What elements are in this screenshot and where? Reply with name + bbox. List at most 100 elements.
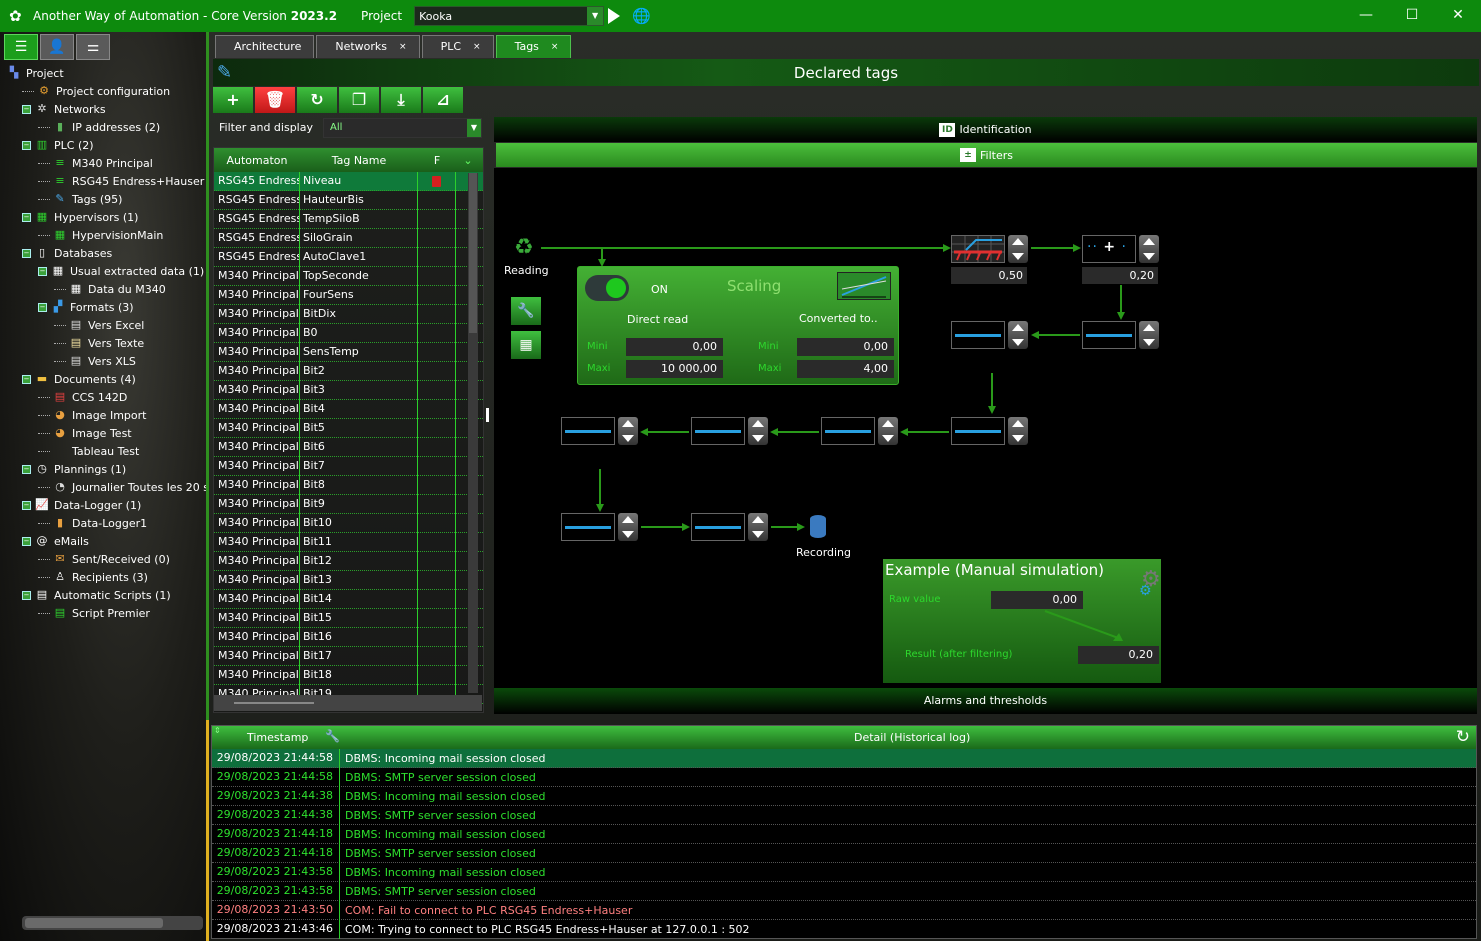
filter-slot-8[interactable] <box>561 417 615 445</box>
tree-item[interactable]: − ▬ Documents (4) <box>6 370 206 388</box>
tree-item[interactable]: − ◷ Plannings (1) <box>6 460 206 478</box>
tree-item[interactable]: ♙ Recipients (3) <box>6 568 206 586</box>
table-row[interactable]: M340 Principal B0 <box>214 323 483 343</box>
tree-item[interactable]: ✎ Tags (95) <box>6 190 206 208</box>
tree-horizontal-scrollbar[interactable] <box>22 916 203 930</box>
table-row[interactable]: M340 Principal Bit5 <box>214 418 483 438</box>
tree-item[interactable]: − ▯ Databases <box>6 244 206 262</box>
collapse-toggle-icon[interactable]: − <box>22 590 31 600</box>
log-row[interactable]: 29/08/2023 21:44:58 DBMS: SMTP server ses… <box>212 767 1476 787</box>
collapse-toggle-icon[interactable]: − <box>22 104 31 114</box>
delete-button[interactable]: 🗑 <box>255 87 295 113</box>
table-row[interactable]: M340 Principal Bit13 <box>214 570 483 590</box>
table-row[interactable]: M340 Principal FourSens <box>214 285 483 305</box>
scaling-curve-icon[interactable] <box>837 272 891 300</box>
section-identification[interactable]: ID Identification <box>494 117 1477 142</box>
tab-users[interactable]: 👤 <box>40 34 74 60</box>
tab-tree-view[interactable]: ☰ <box>4 34 38 60</box>
filter-1-value[interactable]: 0,50 <box>951 267 1027 284</box>
log-row[interactable]: 29/08/2023 21:44:18 DBMS: Incoming mail s… <box>212 824 1476 844</box>
tree-item[interactable]: ◕ Image Test <box>6 424 206 442</box>
sort-icon[interactable]: ⇕ <box>214 726 221 735</box>
collapse-toggle-icon[interactable]: − <box>22 374 31 384</box>
tree-item[interactable]: − ▦ Usual extracted data (1) <box>6 262 206 280</box>
tree-item[interactable]: ▤ CCS 142D <box>6 388 206 406</box>
collapse-toggle-icon[interactable]: − <box>22 140 31 150</box>
direct-maxi-input[interactable]: 10 000,00 <box>626 360 723 378</box>
filter-slot-9[interactable] <box>561 513 615 541</box>
tree-item[interactable]: − 📈 Data-Logger (1) <box>6 496 206 514</box>
filter-6-spinner[interactable] <box>878 417 898 445</box>
collapse-toggle-icon[interactable]: − <box>22 500 31 510</box>
delete-mark-icon[interactable] <box>432 175 441 187</box>
table-row[interactable]: M340 Principal Bit18 <box>214 665 483 685</box>
close-tab-icon[interactable]: × <box>399 36 407 58</box>
tree-item[interactable]: − ▦ Hypervisors (1) <box>6 208 206 226</box>
table-row[interactable]: M340 Principal BitDix <box>214 304 483 324</box>
table-row[interactable]: M340 Principal Bit11 <box>214 532 483 552</box>
table-row[interactable]: RSG45 Endress+TempSiloB <box>214 209 483 229</box>
tree-item[interactable]: ≡ RSG45 Endress+Hauser <box>6 172 206 190</box>
filter-9-spinner[interactable] <box>618 513 638 541</box>
scrollbar-thumb[interactable] <box>469 173 477 333</box>
filter-8-spinner[interactable] <box>618 417 638 445</box>
table-row[interactable]: M340 Principal TopSeconde <box>214 266 483 286</box>
chevron-down-icon[interactable]: ▼ <box>467 119 481 137</box>
tree-item[interactable]: ▤ Vers Texte <box>6 334 206 352</box>
raw-value-input[interactable]: 0,00 <box>991 591 1083 609</box>
tree-item[interactable]: − ✲ Networks <box>6 100 206 118</box>
filter-1-spinner[interactable] <box>1008 235 1028 263</box>
log-row[interactable]: 29/08/2023 21:43:58 DBMS: Incoming mail s… <box>212 862 1476 882</box>
log-row[interactable]: 29/08/2023 21:44:38 DBMS: SMTP server ses… <box>212 805 1476 825</box>
conv-mini-input[interactable]: 0,00 <box>797 338 894 356</box>
close-tab-icon[interactable]: × <box>473 36 481 58</box>
filter-5-spinner[interactable] <box>1008 417 1028 445</box>
minimize-button[interactable]: — <box>1343 0 1389 32</box>
table-row[interactable]: M340 Principal SensTemp <box>214 342 483 362</box>
filter-slot-6[interactable] <box>821 417 875 445</box>
tree-item[interactable]: ▦ Data du M340 <box>6 280 206 298</box>
table-row[interactable]: M340 Principal Bit12 <box>214 551 483 571</box>
grid-horizontal-scrollbar[interactable] <box>214 695 482 711</box>
close-button[interactable]: ✕ <box>1435 0 1481 32</box>
calculator-button[interactable]: ▦ <box>511 331 541 359</box>
tab-plc[interactable]: PLC × <box>421 35 494 58</box>
direct-mini-input[interactable]: 0,00 <box>626 338 723 356</box>
refresh-button[interactable]: ↻ <box>297 87 337 113</box>
filter-slot-4[interactable] <box>951 321 1005 349</box>
grid-vertical-scrollbar[interactable] <box>468 173 478 693</box>
table-row[interactable]: M340 Principal Bit3 <box>214 380 483 400</box>
log-row[interactable]: 29/08/2023 21:44:18 DBMS: SMTP server ses… <box>212 843 1476 863</box>
table-row[interactable]: M340 Principal Bit6 <box>214 437 483 457</box>
table-row[interactable]: RSG45 Endress+SiloGrain <box>214 228 483 248</box>
collapse-toggle-icon[interactable]: − <box>38 266 47 276</box>
table-row[interactable]: RSG45 Endress+Niveau <box>214 171 483 191</box>
tree-item[interactable]: ◔ Journalier Toutes les 20 seco <box>6 478 206 496</box>
tree-item[interactable]: − @ eMails <box>6 532 206 550</box>
tree-item[interactable]: ▮ Data-Logger1 <box>6 514 206 532</box>
tab-architecture[interactable]: Architecture <box>215 35 315 58</box>
collapse-toggle-icon[interactable]: − <box>38 302 47 312</box>
section-filters[interactable]: ± Filters <box>496 143 1477 167</box>
table-row[interactable]: M340 Principal Bit7 <box>214 456 483 476</box>
settings-button[interactable]: 🔧 <box>511 297 541 325</box>
close-tab-icon[interactable]: × <box>551 36 559 58</box>
filter-slot-10[interactable] <box>691 513 745 541</box>
add-button[interactable]: + <box>213 87 253 113</box>
collapse-toggle-icon[interactable]: − <box>22 464 31 474</box>
project-select[interactable]: Kooka ▼ <box>414 6 605 26</box>
filter-10-spinner[interactable] <box>748 513 768 541</box>
column-header-detail[interactable]: Detail (Historical log) <box>854 731 970 744</box>
collapse-toggle-icon[interactable]: − <box>22 212 31 222</box>
scrollbar-thumb[interactable] <box>25 918 163 928</box>
table-row[interactable]: M340 Principal Bit2 <box>214 361 483 381</box>
filter-slot-1[interactable] <box>951 235 1005 263</box>
tree-item[interactable]: ▤ Vers XLS <box>6 352 206 370</box>
tree-item[interactable]: − ▥ PLC (2) <box>6 136 206 154</box>
table-row[interactable]: RSG45 Endress+HauteurBis <box>214 190 483 210</box>
tree-item[interactable]: ▤ Script Premier <box>6 604 206 622</box>
copy-button[interactable]: ❐ <box>339 87 379 113</box>
tab-settings[interactable]: ⚌ <box>76 34 110 60</box>
table-row[interactable]: M340 Principal Bit15 <box>214 608 483 628</box>
tree-item[interactable]: − ▞ Formats (3) <box>6 298 206 316</box>
